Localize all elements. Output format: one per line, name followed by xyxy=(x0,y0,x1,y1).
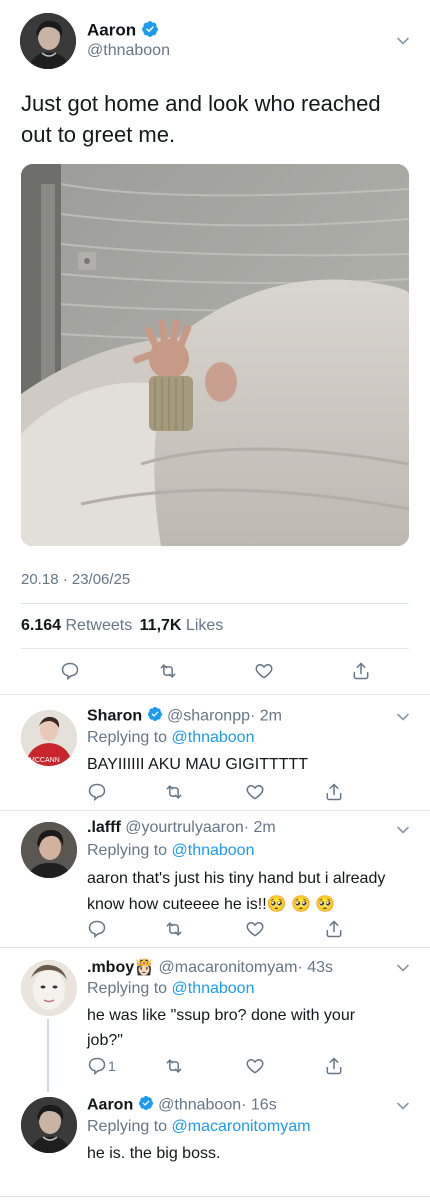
divider xyxy=(0,810,430,811)
reply-author-handle[interactable]: @thnaboon xyxy=(158,1097,241,1114)
reply-time[interactable]: · 2m xyxy=(244,819,276,836)
tweet-text-line1: Just got home and look who reached xyxy=(21,91,381,116)
avatar[interactable] xyxy=(21,960,77,1016)
replying-prefix: Replying to xyxy=(87,729,168,746)
replying-prefix: Replying to xyxy=(87,980,168,997)
reply-icon[interactable] xyxy=(87,919,107,939)
chevron-down-icon[interactable] xyxy=(396,34,410,48)
replying-to: Replying to @thnaboon xyxy=(87,729,254,747)
replying-mention[interactable]: @thnaboon xyxy=(172,980,255,997)
tweet-stats: 6.164 Retweets 11,7K Likes xyxy=(21,617,223,635)
reply-text-line2: job?" xyxy=(87,1032,123,1049)
divider xyxy=(21,648,409,649)
divider xyxy=(21,603,409,604)
replying-prefix: Replying to xyxy=(87,1118,168,1135)
chevron-down-icon[interactable] xyxy=(396,710,410,724)
likes-count[interactable]: 11,7K xyxy=(140,617,182,634)
replying-to: Replying to @thnaboon xyxy=(87,980,254,998)
reply-time[interactable]: · 16s xyxy=(241,1097,277,1114)
tweet-photo[interactable] xyxy=(21,164,409,546)
author-handle[interactable]: @thnaboon xyxy=(87,42,170,60)
reply-author-handle[interactable]: @yourtrulyaaron xyxy=(125,819,244,836)
divider xyxy=(0,947,430,948)
replying-mention[interactable]: @thnaboon xyxy=(172,729,255,746)
retweet-icon[interactable] xyxy=(164,1056,184,1076)
reply-count: 1 xyxy=(108,1058,116,1074)
replying-to: Replying to @macaronitomyam xyxy=(87,1118,310,1136)
share-icon[interactable] xyxy=(324,782,344,802)
tweet-timestamp[interactable]: 20.18 · 23/06/25 xyxy=(21,571,130,588)
chevron-down-icon[interactable] xyxy=(396,1099,410,1113)
avatar[interactable]: MCCANN xyxy=(21,710,77,766)
thread-line xyxy=(47,1019,49,1092)
avatar[interactable] xyxy=(21,822,77,878)
chevron-down-icon[interactable] xyxy=(396,961,410,975)
reply-time[interactable]: · 2m xyxy=(250,708,282,725)
reply-author-name[interactable]: .mboy xyxy=(87,959,134,976)
author-name[interactable]: Aaron xyxy=(87,21,136,40)
reply-text: aaron that's just his tiny hand but i al… xyxy=(87,867,407,916)
like-icon[interactable] xyxy=(245,1056,265,1076)
chevron-down-icon[interactable] xyxy=(396,823,410,837)
reply-author-emoji: 👸🏻 xyxy=(134,959,155,976)
likes-label[interactable]: Likes xyxy=(186,617,223,634)
avatar[interactable] xyxy=(21,1097,77,1153)
share-icon[interactable] xyxy=(324,1056,344,1076)
avatar-badge-text: MCCANN xyxy=(29,757,60,764)
reply-author-name[interactable]: Aaron xyxy=(87,1097,133,1114)
reply-icon[interactable] xyxy=(87,1056,107,1076)
reply-icon[interactable] xyxy=(60,661,80,681)
author-avatar[interactable] xyxy=(20,13,76,69)
retweets-label[interactable]: Retweets xyxy=(66,617,133,634)
reply-author-handle[interactable]: @sharonpp xyxy=(167,708,250,725)
divider xyxy=(0,694,430,695)
reply-text: he was like "ssup bro? done with your jo… xyxy=(87,1004,407,1052)
like-icon[interactable] xyxy=(254,661,274,681)
reply-time[interactable]: · 43s xyxy=(297,959,333,976)
verified-icon xyxy=(141,20,159,43)
like-icon[interactable] xyxy=(245,919,265,939)
tweet-text-line2: out to greet me. xyxy=(21,122,176,147)
verified-icon xyxy=(147,706,163,727)
replying-mention[interactable]: @thnaboon xyxy=(172,842,255,859)
like-icon[interactable] xyxy=(245,782,265,802)
verified-icon xyxy=(138,1095,154,1116)
reply-text-line1: aaron that's just his tiny hand but i al… xyxy=(87,870,386,887)
reply-text-line1: he was like "ssup bro? done with your xyxy=(87,1007,356,1024)
reply-text: he is. the big boss. xyxy=(87,1145,221,1162)
replying-to: Replying to @thnaboon xyxy=(87,842,254,860)
replying-mention[interactable]: @macaronitomyam xyxy=(172,1118,311,1135)
reply-text: BAYIIIIII AKU MAU GIGITTTTT xyxy=(87,756,309,773)
share-icon[interactable] xyxy=(324,919,344,939)
reply-text-line2: know how cuteeee he is!!🥺 🥺 🥺 xyxy=(87,896,336,913)
share-icon[interactable] xyxy=(351,661,371,681)
reply-icon[interactable] xyxy=(87,782,107,802)
retweet-icon[interactable] xyxy=(158,661,178,681)
divider xyxy=(0,1196,430,1197)
tweet-text: Just got home and look who reached out t… xyxy=(21,88,421,150)
reply-author-name[interactable]: Sharon xyxy=(87,708,142,725)
retweet-icon[interactable] xyxy=(164,919,184,939)
reply-author-name[interactable]: .lafff xyxy=(87,819,121,836)
retweets-count[interactable]: 6.164 xyxy=(21,617,61,634)
reply-author-handle[interactable]: @macaronitomyam xyxy=(159,959,298,976)
retweet-icon[interactable] xyxy=(164,782,184,802)
replying-prefix: Replying to xyxy=(87,842,168,859)
